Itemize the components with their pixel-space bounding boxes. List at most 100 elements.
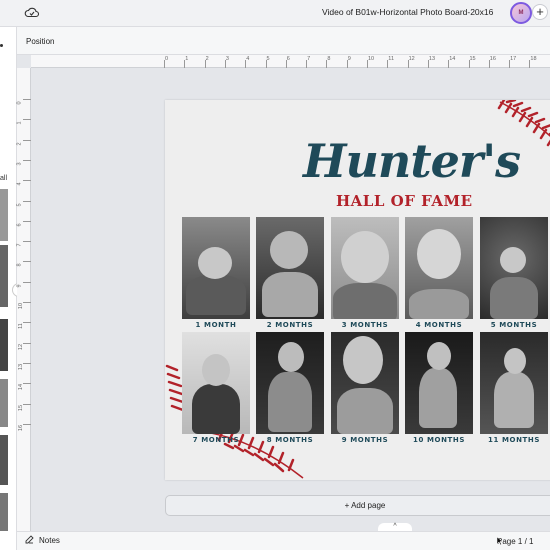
ruler-tick-label: 6 bbox=[16, 223, 23, 227]
avatar-initials: M bbox=[518, 10, 524, 16]
ruler-tick-label: 4 bbox=[246, 56, 250, 62]
photo-caption: 5 MONTHS bbox=[490, 321, 538, 329]
ruler-tick-label: 3 bbox=[225, 56, 229, 62]
ruler-tick bbox=[265, 60, 267, 68]
ruler-tick bbox=[23, 403, 31, 405]
ruler-tick bbox=[23, 342, 31, 344]
ruler-tick-label: 16 bbox=[489, 56, 496, 62]
left-panel-label: all bbox=[0, 175, 8, 182]
baby-photo-1-month[interactable] bbox=[182, 217, 250, 319]
add-page-button[interactable]: + Add page bbox=[165, 495, 550, 516]
baby-photo-11-months[interactable] bbox=[480, 332, 548, 434]
ruler-tick-label: 8 bbox=[16, 263, 23, 267]
media-thumbnail[interactable] bbox=[0, 379, 8, 427]
baby-photo-8-months[interactable] bbox=[256, 332, 324, 434]
user-avatar[interactable]: M bbox=[510, 2, 532, 24]
baby-photo-3-months[interactable] bbox=[331, 217, 399, 319]
ruler-tick-label: 5 bbox=[266, 56, 270, 62]
ruler-tick-label: 11 bbox=[17, 323, 24, 330]
ruler-tick-label: 3 bbox=[16, 162, 23, 166]
bottom-bar: Notes Page 1 / 1 bbox=[17, 531, 550, 550]
ruler-tick-label: 18 bbox=[530, 56, 537, 62]
ruler-tick bbox=[23, 281, 31, 283]
ruler-tick bbox=[23, 200, 31, 202]
baby-photo-7-months[interactable] bbox=[182, 332, 250, 434]
position-button[interactable]: Position bbox=[26, 37, 54, 46]
document-title[interactable]: Video of B01w-Horizontal Photo Board-20x… bbox=[322, 7, 493, 17]
ruler-tick-label: 12 bbox=[408, 56, 415, 62]
baby-photo-2-months[interactable] bbox=[256, 217, 324, 319]
ruler-tick-label: 14 bbox=[18, 384, 25, 391]
ruler-tick-label: 16 bbox=[18, 424, 25, 431]
baby-photo-10-months[interactable] bbox=[405, 332, 473, 434]
ruler-tick bbox=[23, 241, 31, 243]
ruler-tick bbox=[23, 423, 31, 425]
baby-photo-5-months[interactable] bbox=[480, 217, 548, 319]
horizontal-ruler: 0 1 2 3 4 5 6 7 8 9 10 11 12 13 14 15 16 17 18 bbox=[31, 55, 550, 68]
ruler-tick-label: 9 bbox=[16, 284, 23, 288]
media-thumbnail[interactable] bbox=[0, 319, 8, 371]
ruler-tick bbox=[245, 60, 247, 68]
ruler-tick bbox=[326, 60, 328, 68]
ruler-tick-label: 14 bbox=[449, 56, 456, 62]
photo-caption: 2 MONTHS bbox=[266, 321, 314, 329]
ruler-tick bbox=[23, 261, 31, 263]
design-page[interactable]: Hunter's HALL OF FAME 1 MONTH 2 MONTHS 3… bbox=[165, 100, 550, 480]
ruler-tick bbox=[23, 322, 31, 324]
add-collaborator-button[interactable]: + bbox=[532, 4, 548, 20]
ruler-tick bbox=[23, 139, 31, 141]
board-subtitle[interactable]: HALL OF FAME bbox=[336, 192, 473, 210]
ruler-tick-label: 7 bbox=[16, 243, 23, 247]
photo-caption: 8 MONTHS bbox=[266, 436, 314, 444]
photo-caption: 7 MONTHS bbox=[192, 436, 240, 444]
photo-caption: 11 MONTHS bbox=[487, 436, 541, 444]
notes-icon[interactable] bbox=[25, 535, 34, 544]
ruler-tick bbox=[23, 362, 31, 364]
media-thumbnail[interactable] bbox=[0, 189, 8, 241]
media-thumbnail[interactable] bbox=[0, 435, 8, 485]
ruler-tick bbox=[224, 60, 226, 68]
ruler-tick bbox=[164, 60, 165, 68]
context-toolbar: Position bbox=[17, 27, 550, 55]
photo-caption: 9 MONTHS bbox=[341, 436, 389, 444]
media-thumbnail[interactable] bbox=[0, 245, 8, 307]
baby-photo-4-months[interactable] bbox=[405, 217, 473, 319]
ruler-tick-label: 17 bbox=[510, 56, 517, 62]
ruler-tick bbox=[448, 60, 450, 68]
photo-caption: 1 MONTH bbox=[195, 321, 237, 329]
ruler-tick bbox=[367, 60, 368, 68]
cloud-sync-icon[interactable] bbox=[24, 5, 40, 21]
ruler-tick bbox=[184, 60, 186, 68]
collapse-pages-button[interactable]: ^ bbox=[378, 523, 412, 531]
ruler-tick bbox=[407, 60, 409, 68]
ruler-tick bbox=[346, 60, 348, 68]
ruler-tick-label: 8 bbox=[327, 56, 331, 62]
ruler-tick bbox=[23, 220, 31, 222]
photo-caption: 4 MONTHS bbox=[415, 321, 463, 329]
ruler-tick bbox=[23, 180, 31, 182]
vertical-ruler: 0 1 2 3 4 5 6 7 8 9 10 11 12 13 14 15 16 bbox=[17, 68, 31, 550]
mouse-cursor-icon bbox=[497, 537, 503, 546]
ruler-tick-label: 2 bbox=[16, 142, 23, 146]
ruler-tick bbox=[204, 60, 206, 68]
ruler-tick bbox=[285, 60, 287, 68]
ruler-tick bbox=[468, 60, 470, 68]
board-title[interactable]: Hunter's bbox=[303, 134, 521, 188]
menu-dot-icon bbox=[0, 44, 3, 47]
ruler-tick-label: 1 bbox=[185, 56, 189, 62]
ruler-tick bbox=[387, 60, 389, 68]
media-thumbnail[interactable] bbox=[0, 493, 8, 531]
ruler-tick bbox=[23, 383, 31, 385]
ruler-tick-label: 1 bbox=[16, 121, 23, 125]
ruler-tick bbox=[23, 159, 31, 161]
notes-button[interactable]: Notes bbox=[39, 536, 60, 545]
baby-photo-9-months[interactable] bbox=[331, 332, 399, 434]
ruler-tick-label: 11 bbox=[388, 56, 395, 62]
ruler-tick bbox=[306, 60, 308, 68]
ruler-tick-label: 15 bbox=[18, 404, 25, 411]
ruler-tick-label: 9 bbox=[347, 56, 351, 62]
ruler-tick bbox=[488, 60, 490, 68]
ruler-tick-label: 12 bbox=[18, 343, 25, 350]
ruler-tick-label: 15 bbox=[469, 56, 476, 62]
ruler-tick-label: 13 bbox=[18, 363, 25, 370]
